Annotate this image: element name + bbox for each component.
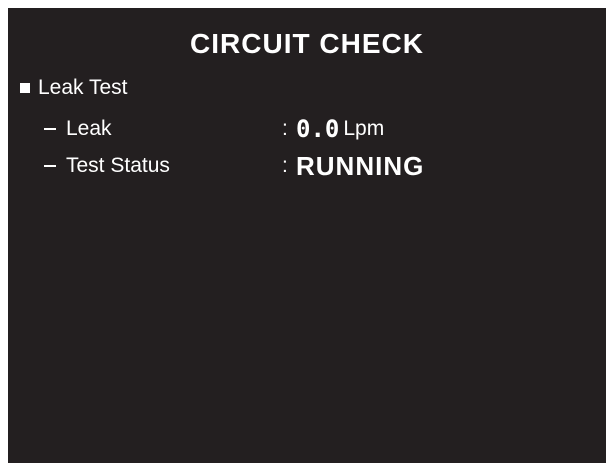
leak-label: Leak <box>66 117 112 140</box>
dash-icon <box>44 128 56 130</box>
leak-unit: Lpm <box>343 117 385 140</box>
test-status-label: Test Status <box>66 154 170 177</box>
test-status-value: RUNNING <box>296 151 425 181</box>
section-label: Leak Test <box>38 76 128 99</box>
square-bullet-icon <box>20 83 30 93</box>
leak-row: Leak : 0.0 Lpm <box>44 116 384 142</box>
test-status-row: Test Status : RUNNING <box>44 153 424 179</box>
test-status-separator: : <box>282 154 288 177</box>
page-title: CIRCUIT CHECK <box>190 28 424 59</box>
dash-icon <box>44 165 56 167</box>
leak-test-section-header: Leak Test <box>20 76 128 100</box>
leak-value: 0.0 <box>296 115 340 143</box>
leak-separator: : <box>282 117 288 140</box>
circuit-check-screen: CIRCUIT CHECK Leak Test Leak : 0.0 Lpm T… <box>8 8 606 463</box>
